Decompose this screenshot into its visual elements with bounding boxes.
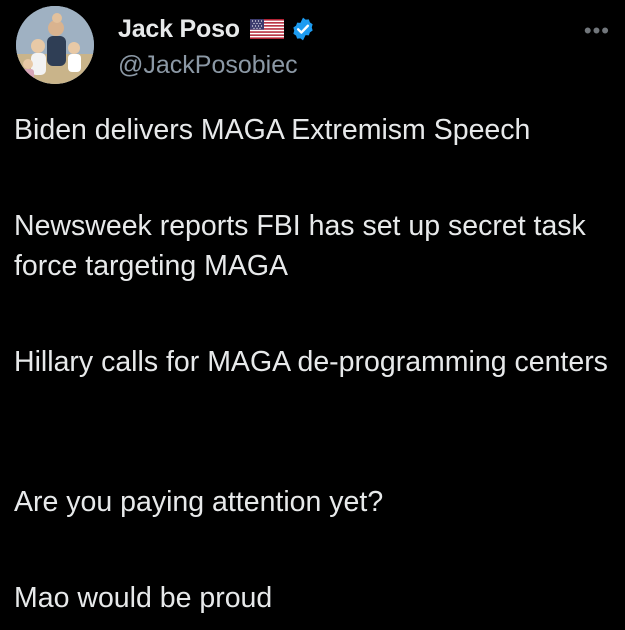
verified-badge-icon	[293, 17, 313, 41]
tweet-paragraph: Mao would be proud	[14, 582, 273, 614]
tweet-header: Jack Poso @JackPosobiec •••	[16, 6, 616, 86]
tweet-paragraph: Hillary calls for MAGA de-programming ce…	[14, 346, 608, 378]
tweet-paragraph: Are you paying attention yet?	[14, 486, 384, 518]
avatar-photo-icon	[16, 6, 94, 84]
us-flag-icon	[249, 19, 284, 39]
tweet-paragraph: Newsweek reports FBI has set up secret t…	[14, 210, 586, 282]
author-handle[interactable]: @JackPosobiec	[118, 51, 298, 80]
avatar[interactable]	[16, 6, 94, 84]
author-display-name[interactable]: Jack Poso	[118, 15, 240, 44]
tweet-paragraph: Biden delivers MAGA Extremism Speech	[14, 114, 531, 146]
tweet-card: Jack Poso @JackPosobiec ••• Biden delive…	[0, 0, 625, 630]
author-name-row: Jack Poso	[118, 12, 316, 46]
more-options-icon[interactable]: •••	[584, 20, 610, 42]
